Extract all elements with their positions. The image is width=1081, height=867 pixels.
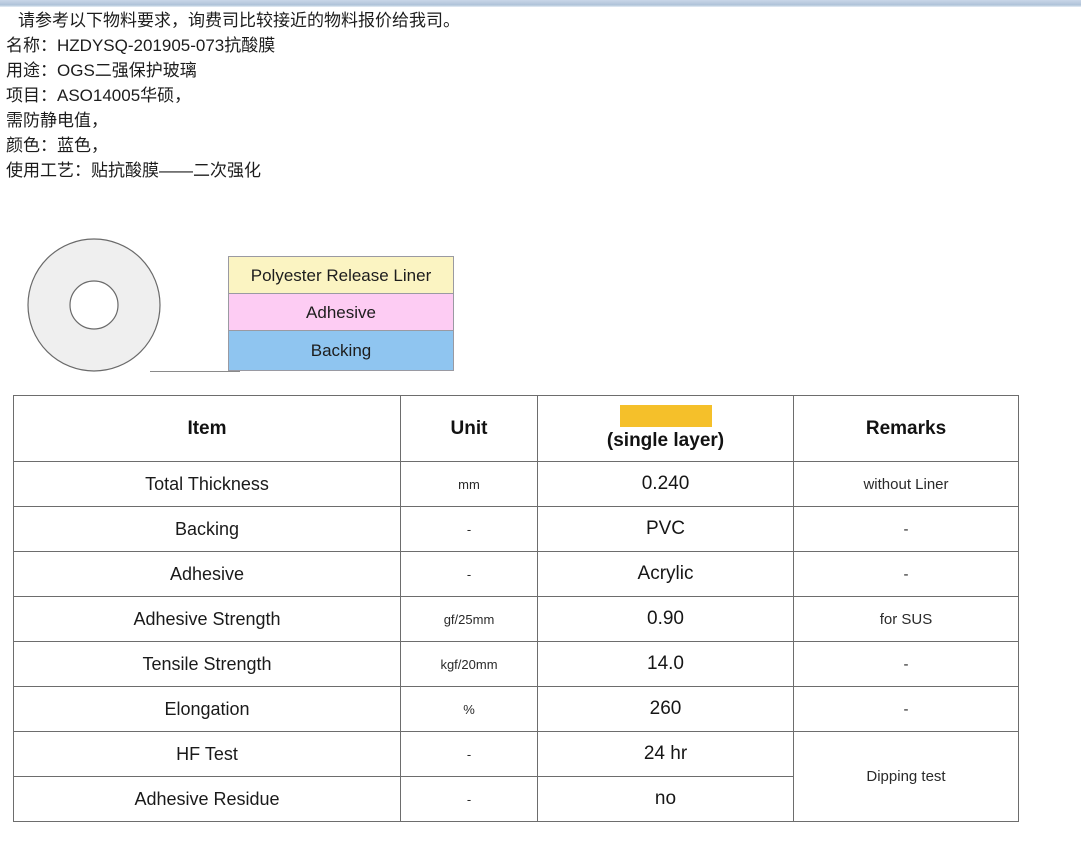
cell-value: 0.240 (537, 461, 794, 507)
table-row: HF Test - 24 hr Dipping test (13, 731, 1019, 822)
cell-remark: - (793, 506, 1019, 552)
cell-unit: - (400, 731, 538, 777)
cell-unit: kgf/20mm (400, 641, 538, 687)
layer-stack: Polyester Release Liner Adhesive Backing (228, 256, 454, 371)
intro-line-project: 项目：ASO14005华硕， (6, 86, 192, 105)
cell-item-adhesive: Adhesive (13, 551, 401, 597)
intro-line-usage: 用途：OGS二强保护玻璃 (6, 61, 197, 80)
window-top-strip (0, 0, 1081, 7)
intro-line: 请参考以下物料要求，询费司比较接近的物料报价给我司。 (18, 11, 460, 30)
cell-unit: - (400, 506, 538, 552)
tape-roll-icon (27, 238, 161, 372)
tape-tail-line (150, 371, 240, 372)
intro-line-esd: 需防静电值， (6, 111, 108, 130)
intro-line-name: 名称：HZDYSQ-201905-073抗酸膜 (6, 36, 276, 55)
cell-unit: mm (400, 461, 538, 507)
cell-remark: - (793, 686, 1019, 732)
layer-backing: Backing (229, 331, 453, 370)
cell-value: 24 hr (537, 731, 794, 777)
cell-item-total-thickness: Total Thickness (13, 461, 401, 507)
cell-item-hf-test: HF Test (13, 731, 401, 777)
cell-item-backing: Backing (13, 506, 401, 552)
intro-line-color: 颜色：蓝色， (6, 136, 108, 155)
table-row: Adhesive Strength gf/25mm 0.90 for SUS (13, 596, 1019, 642)
cell-item-adhesive-strength: Adhesive Strength (13, 596, 401, 642)
cell-unit: - (400, 776, 538, 822)
cell-remark-dipping-test: Dipping test (793, 731, 1019, 822)
cell-unit: gf/25mm (400, 596, 538, 642)
table-row: Adhesive - Acrylic - (13, 551, 1019, 597)
table-row: Tensile Strength kgf/20mm 14.0 - (13, 641, 1019, 687)
cell-item-tensile-strength: Tensile Strength (13, 641, 401, 687)
cell-remark: for SUS (793, 596, 1019, 642)
header-value-sublabel: (single layer) (606, 430, 725, 451)
cell-item-adhesive-residue: Adhesive Residue (13, 776, 401, 822)
cell-remark: - (793, 551, 1019, 597)
header-remarks: Remarks (793, 395, 1019, 462)
table-row: Backing - PVC - (13, 506, 1019, 552)
cell-remark: without Liner (793, 461, 1019, 507)
header-unit: Unit (400, 395, 538, 462)
cell-value: 260 (537, 686, 794, 732)
header-item: Item (13, 395, 401, 462)
specification-table: Item Unit (single layer) Remarks Total T… (13, 395, 1019, 822)
tape-structure-diagram: Polyester Release Liner Adhesive Backing (0, 232, 520, 382)
table-header-row: Item Unit (single layer) Remarks (13, 395, 1019, 462)
cell-value: 14.0 (537, 641, 794, 687)
table-row: Total Thickness mm 0.240 without Liner (13, 461, 1019, 507)
cell-unit: % (400, 686, 538, 732)
cell-remark: - (793, 641, 1019, 687)
intro-text-block: 请参考以下物料要求，询费司比较接近的物料报价给我司。 名称：HZDYSQ-201… (0, 8, 700, 183)
cell-value: Acrylic (537, 551, 794, 597)
layer-polyester-release-liner: Polyester Release Liner (229, 257, 453, 294)
cell-item-elongation: Elongation (13, 686, 401, 732)
cell-unit: - (400, 551, 538, 597)
redaction-block (619, 405, 712, 427)
cell-value: 0.90 (537, 596, 794, 642)
table-row: Elongation % 260 - (13, 686, 1019, 732)
layer-adhesive: Adhesive (229, 294, 453, 331)
intro-line-process: 使用工艺：贴抗酸膜——二次强化 (6, 161, 261, 180)
header-value: (single layer) (537, 395, 794, 462)
cell-value: no (537, 776, 794, 822)
cell-value: PVC (537, 506, 794, 552)
